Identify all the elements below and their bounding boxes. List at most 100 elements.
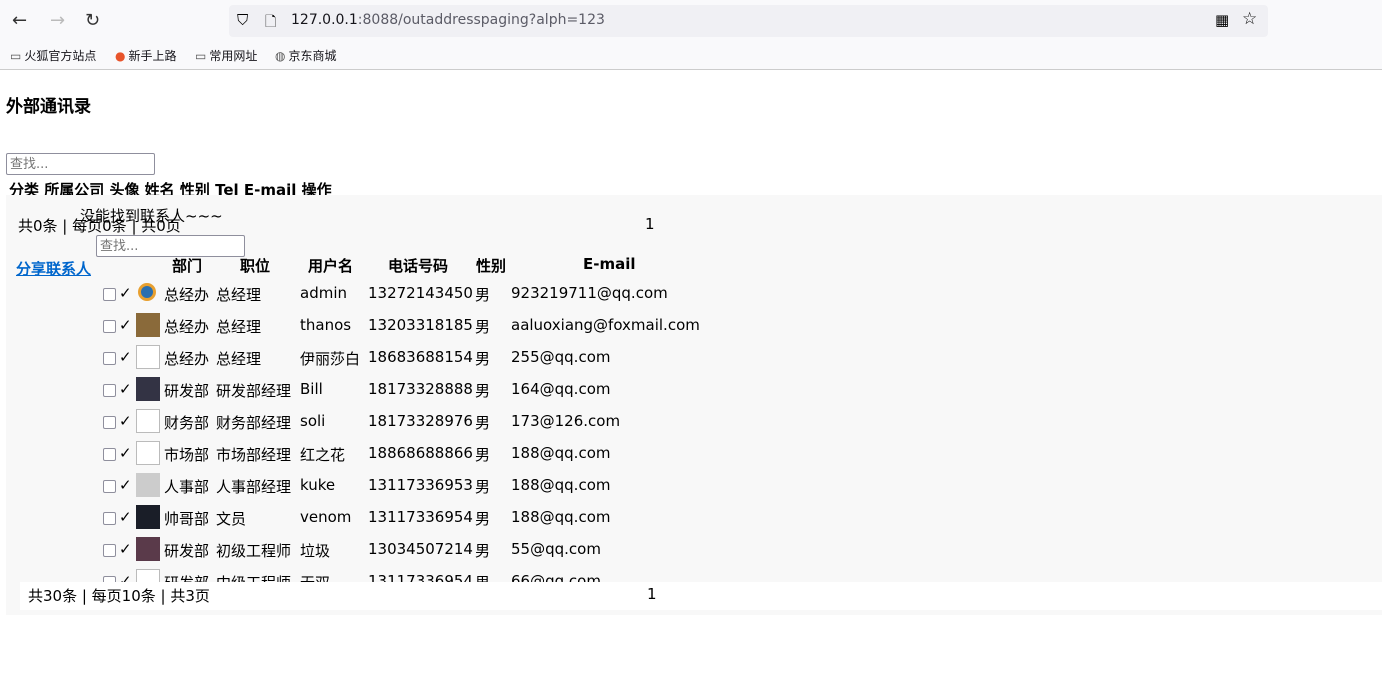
check-icon: ✓ <box>119 348 132 366</box>
avatar <box>136 313 160 337</box>
row-checkbox[interactable] <box>103 352 116 365</box>
position: 财务部经理 <box>216 414 292 432</box>
phone: 13117336953 <box>368 476 473 494</box>
gender: 男 <box>475 510 491 528</box>
gender: 男 <box>475 318 491 336</box>
dept: 财务部 <box>164 414 210 432</box>
address-bar[interactable]: ⛉ 🗋 127.0.0.1:8088/outaddresspaging?alph… <box>229 5 1268 37</box>
position: 初级工程师 <box>216 542 292 560</box>
username: admin <box>300 284 347 302</box>
page-title: 外部通讯录 <box>6 97 91 117</box>
search-input[interactable] <box>6 153 155 175</box>
avatar <box>136 377 160 401</box>
check-icon: ✓ <box>119 284 132 302</box>
row-checkbox[interactable] <box>103 480 116 493</box>
email: 255@qq.com <box>511 348 611 366</box>
column-header: 电话号码 <box>388 257 449 275</box>
row-checkbox[interactable] <box>103 384 116 397</box>
pager-summary: 共0条 | 每页0条 | 共0页 <box>18 217 181 235</box>
pager-page-link[interactable]: 1 <box>645 215 655 233</box>
position: 文员 <box>216 510 247 528</box>
pager-summary: 共30条 | 每页10条 | 共3页 <box>28 587 210 605</box>
dept: 总经办 <box>164 350 210 368</box>
position: 市场部经理 <box>216 446 292 464</box>
email: 55@qq.com <box>511 540 601 558</box>
star-icon[interactable]: ☆ <box>1242 9 1257 29</box>
check-icon: ✓ <box>119 540 132 558</box>
email: 923219711@qq.com <box>511 284 668 302</box>
username: thanos <box>300 316 352 334</box>
dept: 人事部 <box>164 478 210 496</box>
check-icon: ✓ <box>119 316 132 334</box>
position: 总经理 <box>216 286 262 304</box>
phone: 18868688866 <box>368 444 473 462</box>
row-checkbox[interactable] <box>103 512 116 525</box>
forward-icon[interactable]: → <box>50 10 65 31</box>
bookmark-item[interactable]: ◍ 京东商城 <box>275 47 337 64</box>
gender: 男 <box>475 446 491 464</box>
username: 伊丽莎白 <box>300 350 361 368</box>
bookmark-item[interactable]: ▭ 火狐官方站点 <box>10 47 96 64</box>
avatar-placeholder-icon <box>136 345 160 369</box>
gender: 男 <box>475 286 491 304</box>
table-row: ✓ 总经办 总经理 thanos 13203318185 男 aaluoxiang@foxm… <box>0 313 720 341</box>
username: soli <box>300 412 326 430</box>
bookmark-item[interactable]: ▭ 常用网址 <box>195 47 257 64</box>
email: 188@qq.com <box>511 444 611 462</box>
qr-code-icon[interactable]: ▦ <box>1215 11 1229 29</box>
email: 188@qq.com <box>511 508 611 526</box>
dept: 市场部 <box>164 446 210 464</box>
avatar <box>136 473 160 497</box>
table-row: ✓ 研发部 初级工程师 垃圾 13034507214 男 55@qq.com <box>0 537 720 565</box>
bookmark-label: 火狐官方站点 <box>24 49 97 63</box>
check-icon: ✓ <box>119 380 132 398</box>
check-icon: ✓ <box>119 412 132 430</box>
username: 红之花 <box>300 446 346 464</box>
row-checkbox[interactable] <box>103 416 116 429</box>
url-host: 127.0.0.1 <box>291 12 358 28</box>
check-icon: ✓ <box>119 444 132 462</box>
pager-page-link[interactable]: 1 <box>647 585 657 603</box>
table-row: ✓ 总经办 总经理 伊丽莎白 18683688154 男 255@qq.com <box>0 345 720 373</box>
browser-chrome: ← → ↻ ⛉ 🗋 127.0.0.1:8088/outaddresspagin… <box>0 0 1382 70</box>
username: 垃圾 <box>300 542 331 560</box>
email: 173@126.com <box>511 412 621 430</box>
gender: 男 <box>475 414 491 432</box>
phone: 18173328888 <box>368 380 473 398</box>
email: 188@qq.com <box>511 476 611 494</box>
position: 人事部经理 <box>216 478 292 496</box>
back-icon[interactable]: ← <box>12 10 27 31</box>
email: 164@qq.com <box>511 380 611 398</box>
bookmark-item[interactable]: ● 新手上路 <box>115 47 177 64</box>
dept: 总经办 <box>164 286 210 304</box>
reload-icon[interactable]: ↻ <box>85 10 100 31</box>
gender: 男 <box>475 382 491 400</box>
check-icon: ✓ <box>119 476 132 494</box>
table-row: ✓ 人事部 人事部经理 kuke 13117336953 男 188@qq.com <box>0 473 720 501</box>
bookmark-label: 京东商城 <box>288 49 337 63</box>
column-header: 用户名 <box>308 257 354 275</box>
avatar <box>136 537 160 561</box>
position: 总经理 <box>216 350 262 368</box>
email: aaluoxiang@foxmail.com <box>511 316 700 334</box>
row-checkbox[interactable] <box>103 544 116 557</box>
username: kuke <box>300 476 336 494</box>
row-checkbox[interactable] <box>103 320 116 333</box>
column-header: 职位 <box>240 257 271 275</box>
shield-icon: ⛉ <box>237 11 249 29</box>
folder-icon: ▭ <box>10 49 22 63</box>
phone: 13203318185 <box>368 316 473 334</box>
table-row: ✓ 研发部 研发部经理 Bill 18173328888 男 164@qq.com <box>0 377 720 405</box>
avatar <box>136 505 160 529</box>
phone: 13034507214 <box>368 540 473 558</box>
row-checkbox[interactable] <box>103 288 116 301</box>
username: venom <box>300 508 352 526</box>
share-contacts-link[interactable]: 分享联系人 <box>16 258 91 279</box>
phone: 13272143450 <box>368 284 473 302</box>
folder-icon: ▭ <box>195 49 207 63</box>
row-checkbox[interactable] <box>103 448 116 461</box>
dept: 研发部 <box>164 382 210 400</box>
phone: 13117336954 <box>368 508 473 526</box>
inner-search-input[interactable] <box>96 235 245 257</box>
column-header: 部门 <box>172 257 203 275</box>
